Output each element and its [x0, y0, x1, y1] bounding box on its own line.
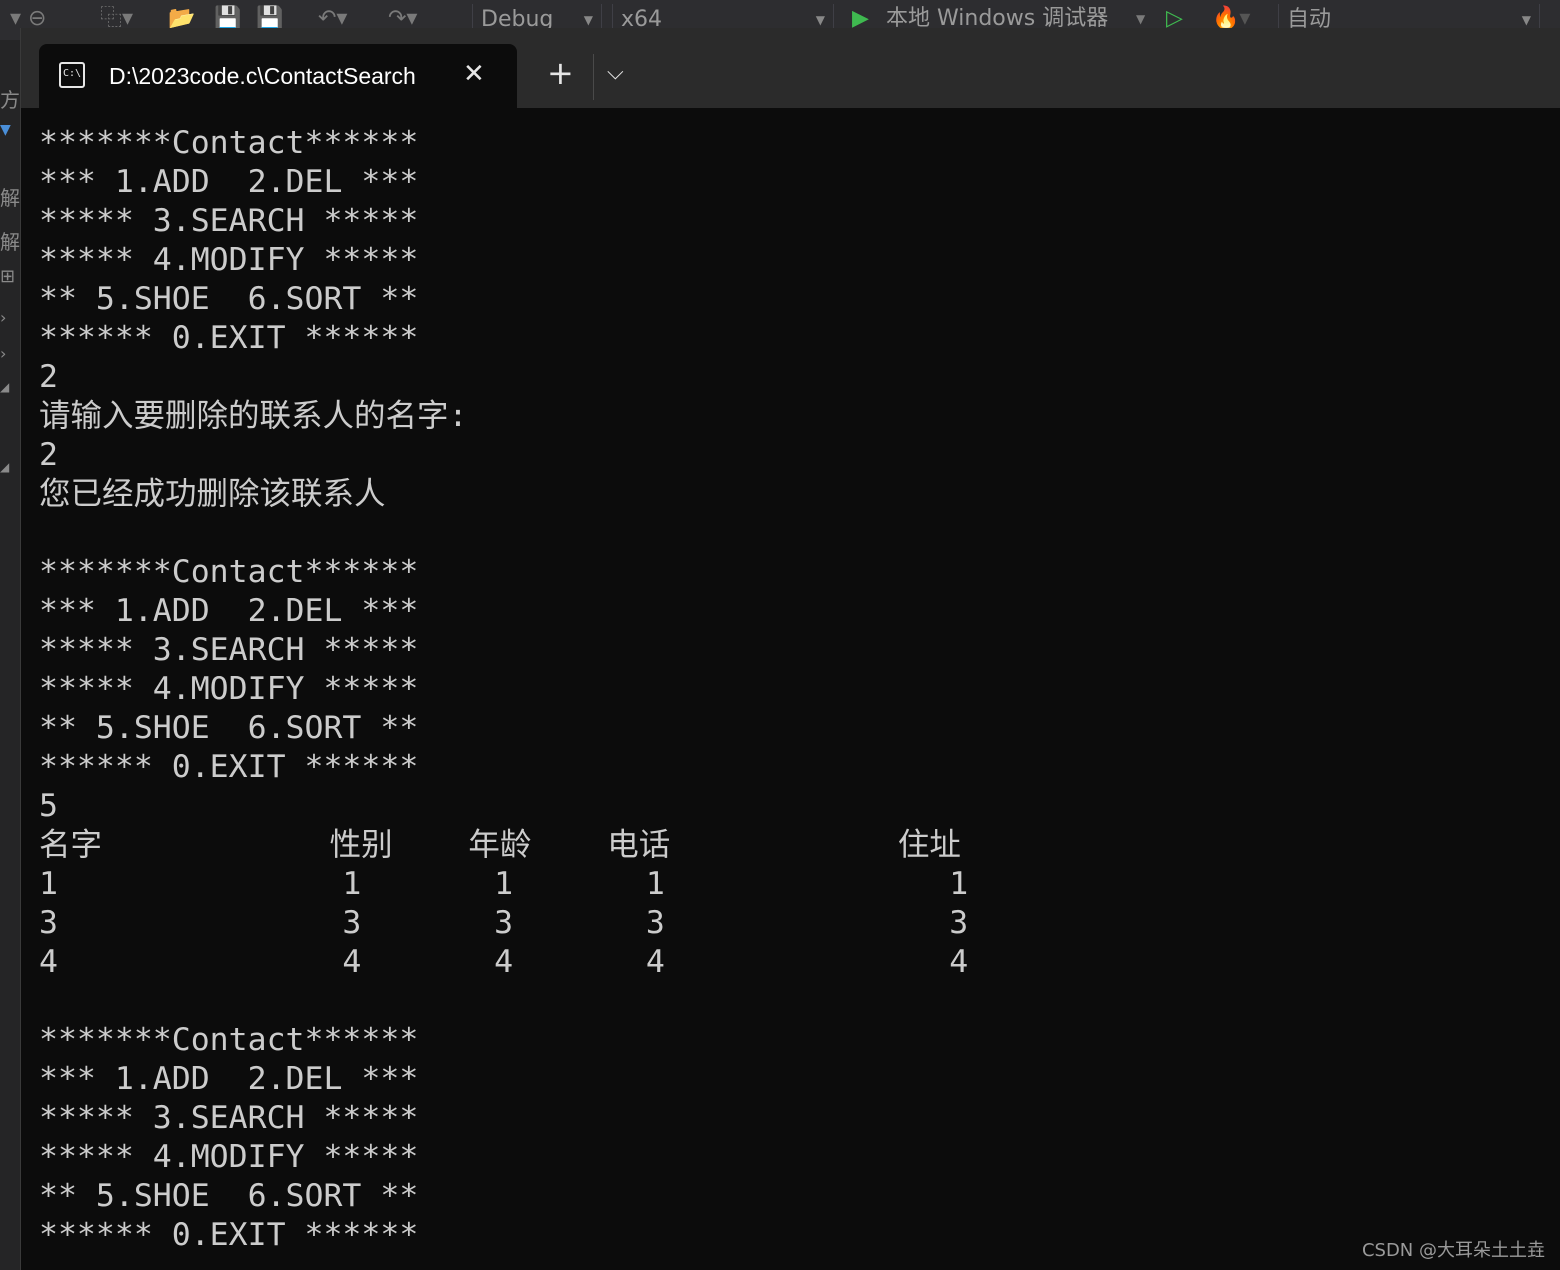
console-output[interactable]: *******Contact****** *** 1.ADD 2.DEL *** *… — [39, 124, 968, 1255]
console-line: ****** 0.EXIT ****** — [39, 320, 419, 356]
console-line: *** 1.ADD 2.DEL *** — [39, 164, 419, 200]
tab-title: D:\2023code.c\ContactSearch — [109, 63, 416, 89]
console-line: ****** 0.EXIT ****** — [39, 1217, 419, 1253]
console-line: 2 — [39, 359, 58, 395]
tab-separator — [593, 54, 594, 100]
watermark: CSDN @大耳朵土土垚 — [1361, 1240, 1545, 1261]
side-label: 方 — [0, 88, 20, 112]
terminal-window[interactable]: C:\ D:\2023code.c\ContactSearch ✕ + ⌵ **… — [20, 28, 1560, 1270]
terminal-tab[interactable]: C:\ D:\2023code.c\ContactSearch ✕ — [39, 44, 517, 108]
console-line: ***** 3.SEARCH ***** — [39, 1100, 419, 1136]
console-line: *******Contact****** — [39, 554, 419, 590]
console-line: *******Contact****** — [39, 1022, 419, 1058]
console-line: 1 1 1 1 1 — [39, 866, 969, 902]
console-line: 您已经成功删除该联系人 — [39, 476, 386, 512]
console-line: *** 1.ADD 2.DEL *** — [39, 1061, 419, 1097]
console-line: ** 5.SHOE 6.SORT ** — [39, 710, 419, 746]
chevron-down-icon[interactable]: ⌵ — [607, 56, 624, 90]
console-line: 5 — [39, 788, 58, 824]
console-line: 2 — [39, 437, 58, 473]
expand-arrow-icon[interactable]: › — [0, 308, 6, 327]
close-tab-icon[interactable]: ✕ — [463, 58, 485, 90]
console-line: ** 5.SHOE 6.SORT ** — [39, 1178, 419, 1214]
ide-side-strip: 方 ▼ 解 解 ⊞ › › ◢ ◢ — [0, 40, 20, 1270]
collapse-arrow-icon[interactable]: ◢ — [0, 460, 9, 474]
side-label: 解 — [0, 230, 20, 254]
console-line: ***** 4.MODIFY ***** — [39, 671, 419, 707]
terminal-tab-bar: C:\ D:\2023code.c\ContactSearch ✕ + ⌵ — [21, 28, 1560, 108]
console-icon: C:\ — [59, 62, 85, 88]
side-label: 解 — [0, 186, 20, 210]
new-tab-button[interactable]: + — [547, 56, 574, 90]
console-line: 4 4 4 4 4 — [39, 944, 969, 980]
expand-arrow-icon[interactable]: › — [0, 344, 6, 363]
console-line: 请输入要删除的联系人的名字: — [39, 398, 468, 434]
console-line: ****** 0.EXIT ****** — [39, 749, 419, 785]
console-line: 名字 性别 年龄 电话 住址 — [39, 827, 961, 863]
console-line: ***** 4.MODIFY ***** — [39, 242, 419, 278]
console-line: ***** 4.MODIFY ***** — [39, 1139, 419, 1175]
collapse-arrow-icon[interactable]: ◢ — [0, 380, 9, 394]
console-line: ***** 3.SEARCH ***** — [39, 632, 419, 668]
add-item-icon[interactable]: ⊞ — [0, 266, 15, 287]
console-line: *******Contact****** — [39, 125, 419, 161]
console-line: ***** 3.SEARCH ***** — [39, 203, 419, 239]
console-line: 3 3 3 3 3 — [39, 905, 969, 941]
filter-icon[interactable]: ▼ — [0, 122, 11, 138]
console-line: ** 5.SHOE 6.SORT ** — [39, 281, 419, 317]
console-line: *** 1.ADD 2.DEL *** — [39, 593, 419, 629]
